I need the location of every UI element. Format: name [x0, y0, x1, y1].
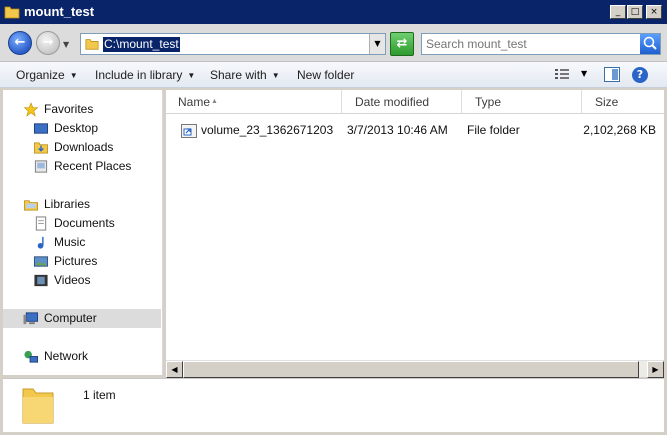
desktop-icon: [33, 123, 49, 134]
include-in-library-button[interactable]: Include in library ▼: [95, 68, 195, 83]
computer-icon: [23, 312, 39, 325]
search-icon: [643, 36, 657, 50]
nav-music[interactable]: Music: [3, 233, 161, 252]
address-path[interactable]: C:\mount_test: [103, 37, 180, 52]
address-row: ← → ▼ C:\mount_test ▼ ⇄: [0, 24, 667, 62]
search-input[interactable]: [426, 36, 636, 52]
nav-videos[interactable]: Videos: [3, 271, 161, 290]
documents-icon: [35, 216, 47, 231]
refresh-icon: ⇄: [396, 36, 408, 51]
network-icon: [24, 350, 39, 363]
nav-favorites[interactable]: Favorites: [3, 100, 161, 119]
close-button[interactable]: ×: [646, 5, 662, 19]
share-with-button[interactable]: Share with ▼: [210, 68, 280, 83]
nav-libraries[interactable]: Libraries: [3, 195, 161, 214]
chevron-down-icon: ▼: [69, 71, 78, 80]
column-name[interactable]: Name ▲: [166, 90, 342, 114]
views-dropdown[interactable]: ▼: [581, 69, 587, 78]
file-list: Name ▲ Date modified Type Size volume_23…: [166, 90, 664, 378]
scroll-left-button[interactable]: ◀: [166, 361, 183, 378]
forward-button[interactable]: →: [36, 31, 60, 55]
chevron-down-icon: ▼: [187, 71, 196, 80]
item-count: 1 item: [83, 388, 116, 402]
nav-downloads[interactable]: Downloads: [3, 138, 161, 157]
pictures-icon: [33, 256, 49, 267]
file-size: 2,102,268 KB: [583, 123, 656, 137]
minimize-button[interactable]: _: [610, 5, 626, 19]
column-header: Name ▲ Date modified Type Size: [166, 90, 664, 114]
search-box[interactable]: [421, 33, 661, 55]
command-bar: Organize ▼ Include in library ▼ Share with…: [0, 62, 667, 88]
scroll-right-button[interactable]: ▶: [647, 361, 664, 378]
address-bar[interactable]: C:\mount_test ▼: [80, 33, 386, 55]
nav-recent-places[interactable]: Recent Places: [3, 157, 161, 176]
new-folder-button[interactable]: New folder: [297, 68, 354, 82]
music-icon: [37, 236, 44, 249]
folder-icon: [22, 388, 54, 424]
mounted-volume-icon: [181, 124, 197, 138]
forward-arrow-icon: →: [42, 35, 54, 50]
title-bar: mount_test _ □ ×: [0, 0, 667, 24]
file-name: volume_23_1362671203: [201, 123, 334, 137]
column-type[interactable]: Type: [463, 90, 582, 114]
folder-icon: [4, 6, 20, 19]
table-row[interactable]: volume_23_1362671203 3/7/2013 10:46 AM F…: [166, 120, 664, 140]
horizontal-scrollbar[interactable]: ◀ ▶: [166, 360, 664, 378]
recent-pages-dropdown[interactable]: ▼: [63, 40, 69, 49]
downloads-folder-icon: [34, 142, 48, 154]
back-arrow-icon: ←: [14, 35, 26, 50]
back-button[interactable]: ←: [8, 31, 32, 55]
nav-documents[interactable]: Documents: [3, 214, 161, 233]
organize-button[interactable]: Organize ▼: [16, 68, 78, 83]
scroll-thumb[interactable]: [183, 361, 639, 378]
search-button[interactable]: [640, 34, 660, 54]
sort-ascending-icon: ▲: [211, 98, 218, 105]
address-dropdown-button[interactable]: ▼: [369, 34, 385, 54]
help-icon[interactable]: ?: [632, 67, 648, 83]
column-size[interactable]: Size: [583, 90, 664, 114]
nav-desktop[interactable]: Desktop: [3, 119, 161, 138]
window-title: mount_test: [24, 4, 95, 19]
nav-computer[interactable]: Computer: [3, 309, 161, 328]
navigation-pane: Favorites Desktop Downloads Recent Place…: [3, 90, 163, 375]
recent-places-icon: [34, 160, 48, 173]
view-options-icon[interactable]: [555, 68, 569, 80]
star-icon: [23, 102, 39, 117]
column-date-modified[interactable]: Date modified: [343, 90, 462, 114]
nav-network[interactable]: Network: [3, 347, 161, 366]
file-type: File folder: [467, 123, 520, 137]
maximize-button[interactable]: □: [627, 5, 643, 19]
details-pane: 1 item: [3, 378, 664, 432]
nav-pictures[interactable]: Pictures: [3, 252, 161, 271]
folder-icon: [85, 39, 99, 50]
file-date: 3/7/2013 10:46 AM: [347, 123, 448, 137]
videos-icon: [34, 274, 48, 287]
preview-pane-icon[interactable]: [604, 67, 620, 82]
chevron-down-icon: ▼: [271, 71, 280, 80]
libraries-icon: [24, 200, 38, 211]
refresh-button[interactable]: ⇄: [390, 32, 414, 56]
